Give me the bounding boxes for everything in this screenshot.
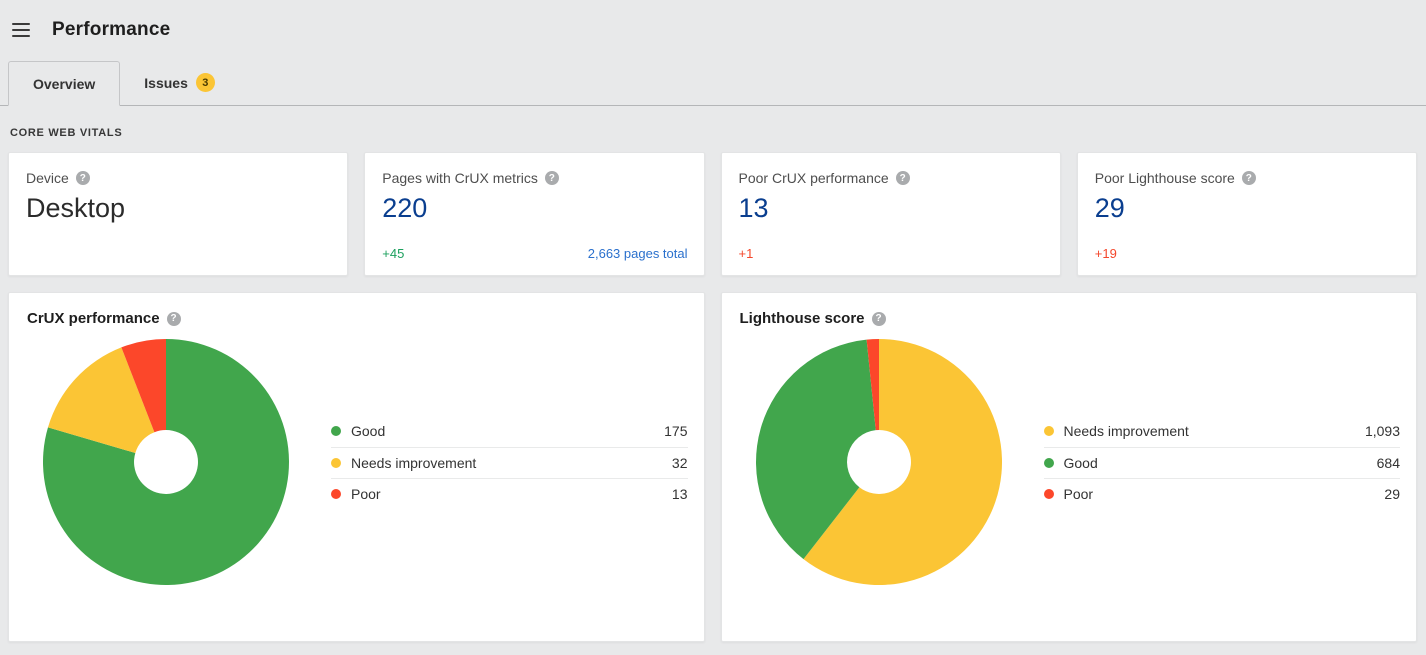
legend-dot-poor-icon bbox=[331, 489, 341, 499]
legend-dot-good-icon bbox=[331, 426, 341, 436]
stat-delta: +19 bbox=[1095, 246, 1117, 261]
legend-dot-poor-icon bbox=[1044, 489, 1054, 499]
legend-item[interactable]: Needs improvement 32 bbox=[331, 447, 688, 478]
chart-title: CrUX performance bbox=[27, 310, 160, 327]
stat-label: Poor Lighthouse score bbox=[1095, 170, 1235, 186]
legend-item[interactable]: Poor 29 bbox=[1044, 478, 1401, 509]
tab-overview[interactable]: Overview bbox=[8, 61, 120, 106]
stat-card-poor-lighthouse: Poor Lighthouse score ? 29 +19 bbox=[1077, 152, 1417, 276]
tab-overview-label: Overview bbox=[33, 76, 95, 92]
stat-value-pages-with-crux[interactable]: 220 bbox=[382, 193, 687, 224]
section-title-core-web-vitals: CORE WEB VITALS bbox=[10, 127, 1426, 139]
stat-label: Poor CrUX performance bbox=[739, 170, 889, 186]
help-icon[interactable]: ? bbox=[896, 171, 910, 185]
legend-label: Poor bbox=[1064, 486, 1094, 502]
stat-card-device: Device ? Desktop bbox=[8, 152, 348, 276]
legend-label: Needs improvement bbox=[351, 455, 476, 471]
stat-value-device: Desktop bbox=[26, 193, 331, 224]
help-icon[interactable]: ? bbox=[76, 171, 90, 185]
stat-value-poor-crux[interactable]: 13 bbox=[739, 193, 1044, 224]
legend-value: 684 bbox=[1377, 455, 1400, 471]
legend-value: 32 bbox=[672, 455, 688, 471]
legend-item[interactable]: Needs improvement 1,093 bbox=[1044, 416, 1401, 447]
chart-cards-row: CrUX performance ? Good 175 Needs improv… bbox=[8, 292, 1417, 642]
pages-total-link[interactable]: 2,663 pages total bbox=[588, 246, 688, 261]
legend-label: Needs improvement bbox=[1064, 423, 1189, 439]
hamburger-menu-icon[interactable] bbox=[12, 23, 30, 37]
help-icon[interactable]: ? bbox=[167, 312, 181, 326]
chart-card-lighthouse-score: Lighthouse score ? Needs improvement 1,0… bbox=[721, 292, 1418, 642]
legend-dot-needs-improvement-icon bbox=[331, 458, 341, 468]
stat-cards-row: Device ? Desktop Pages with CrUX metrics… bbox=[8, 152, 1417, 276]
legend-label: Poor bbox=[351, 486, 381, 502]
crux-performance-donut-chart[interactable] bbox=[43, 339, 289, 585]
legend-label: Good bbox=[1064, 455, 1098, 471]
stat-delta: +45 bbox=[382, 246, 404, 261]
legend-value: 13 bbox=[672, 486, 688, 502]
tab-issues-label: Issues bbox=[144, 75, 188, 91]
legend-label: Good bbox=[351, 423, 385, 439]
help-icon[interactable]: ? bbox=[545, 171, 559, 185]
legend-item[interactable]: Good 175 bbox=[331, 416, 688, 447]
lighthouse-score-donut-chart[interactable] bbox=[756, 339, 1002, 585]
chart-legend: Needs improvement 1,093 Good 684 Poor 29 bbox=[1044, 416, 1401, 509]
tab-bar: Overview Issues 3 bbox=[0, 60, 1426, 106]
stat-card-pages-with-crux: Pages with CrUX metrics ? 220 +45 2,663 … bbox=[364, 152, 704, 276]
stat-label: Device bbox=[26, 170, 69, 186]
tab-issues[interactable]: Issues 3 bbox=[120, 60, 239, 105]
stat-delta: +1 bbox=[739, 246, 754, 261]
legend-item[interactable]: Good 684 bbox=[1044, 447, 1401, 478]
page-title: Performance bbox=[52, 19, 170, 41]
legend-dot-needs-improvement-icon bbox=[1044, 426, 1054, 436]
top-bar: Performance bbox=[0, 0, 1426, 60]
chart-title: Lighthouse score bbox=[740, 310, 865, 327]
legend-value: 175 bbox=[664, 423, 687, 439]
issues-count-badge: 3 bbox=[196, 73, 215, 92]
help-icon[interactable]: ? bbox=[1242, 171, 1256, 185]
stat-card-poor-crux: Poor CrUX performance ? 13 +1 bbox=[721, 152, 1061, 276]
legend-dot-good-icon bbox=[1044, 458, 1054, 468]
legend-value: 1,093 bbox=[1365, 423, 1400, 439]
stat-label: Pages with CrUX metrics bbox=[382, 170, 538, 186]
chart-card-crux-performance: CrUX performance ? Good 175 Needs improv… bbox=[8, 292, 705, 642]
help-icon[interactable]: ? bbox=[872, 312, 886, 326]
legend-value: 29 bbox=[1384, 486, 1400, 502]
chart-legend: Good 175 Needs improvement 32 Poor 13 bbox=[331, 416, 688, 509]
legend-item[interactable]: Poor 13 bbox=[331, 478, 688, 509]
stat-value-poor-lighthouse[interactable]: 29 bbox=[1095, 193, 1400, 224]
